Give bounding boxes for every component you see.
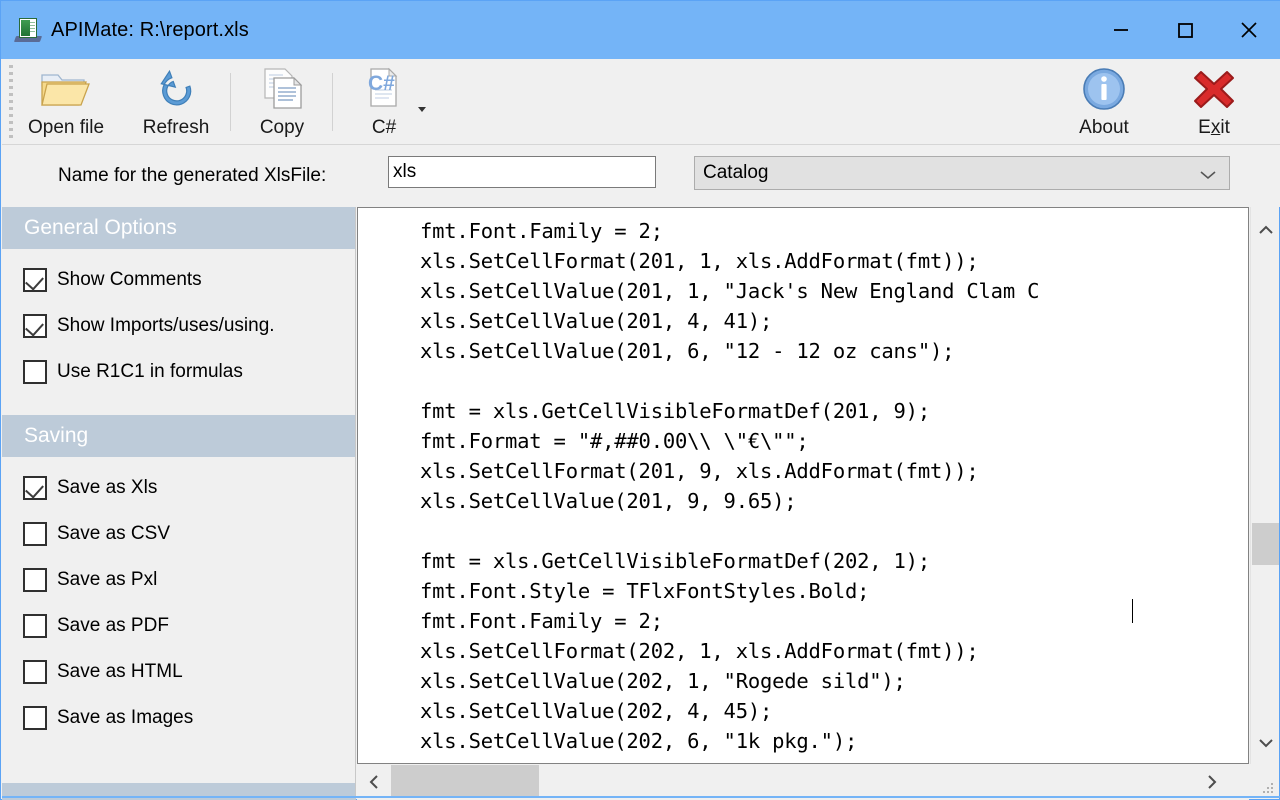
checkbox-label-use-r1c1: Use R1C1 in formulas — [57, 361, 243, 383]
checkbox-label-save-as-csv: Save as CSV — [57, 523, 170, 545]
checkbox-row-save-as-images[interactable]: Save as Images — [2, 695, 355, 741]
toolbar-drag-grip[interactable] — [9, 65, 13, 139]
horizontal-scrollbar-thumb[interactable] — [391, 765, 539, 798]
checkbox-use-r1c1[interactable] — [23, 360, 47, 384]
maximize-button[interactable] — [1153, 1, 1217, 59]
generated-code-text[interactable]: fmt.Font.Family = 2; xls.SetCellFormat(2… — [420, 216, 1039, 756]
checkbox-row-show-imports[interactable]: Show Imports/uses/using. — [2, 303, 355, 349]
checkbox-row-save-as-html[interactable]: Save as HTML — [2, 649, 355, 695]
checkbox-row-show-comments[interactable]: Show Comments — [2, 257, 355, 303]
checkbox-label-save-as-pdf: Save as PDF — [57, 615, 169, 637]
apimate-window: APIMate: R:\report.xls Open — [0, 0, 1280, 800]
exit-label: Exit — [1198, 117, 1230, 139]
xlsfile-name-label: Name for the generated XlsFile: — [58, 165, 326, 187]
checkbox-label-save-as-images: Save as Images — [57, 707, 193, 729]
open-folder-icon — [39, 65, 93, 113]
chevron-up-icon[interactable] — [1251, 215, 1280, 245]
red-cross-icon — [1190, 65, 1238, 113]
csharp-dropdown-caret-icon[interactable] — [418, 107, 426, 112]
minimize-button[interactable] — [1089, 1, 1153, 59]
open-file-label: Open file — [28, 117, 104, 139]
close-button[interactable] — [1217, 1, 1280, 59]
checkbox-show-imports[interactable] — [23, 314, 47, 338]
checkbox-label-save-as-html: Save as HTML — [57, 661, 183, 683]
checkbox-save-as-images[interactable] — [23, 706, 47, 730]
copy-button[interactable]: Copy — [232, 63, 332, 143]
checkbox-label-show-imports: Show Imports/uses/using. — [57, 315, 275, 337]
exit-button[interactable]: Exit — [1164, 63, 1264, 143]
options-sidebar: General Options Show Comments Show Impor… — [2, 207, 356, 800]
toolbar-separator-1 — [230, 73, 231, 131]
section-title-general-options: General Options — [24, 216, 177, 240]
checkbox-row-save-as-csv[interactable]: Save as CSV — [2, 511, 355, 557]
generated-file-options-bar: Name for the generated XlsFile: Catalog — [2, 145, 1280, 207]
checkbox-row-save-as-xls[interactable]: Save as Xls — [2, 465, 355, 511]
chevron-right-icon[interactable] — [1197, 764, 1227, 800]
refresh-arrow-icon — [152, 65, 200, 113]
sheet-select[interactable]: Catalog — [694, 156, 1230, 190]
title-bar: APIMate: R:\report.xls — [1, 1, 1280, 59]
checkbox-label-save-as-xls: Save as Xls — [57, 477, 157, 499]
about-label: About — [1079, 117, 1129, 139]
chevron-down-icon[interactable] — [1251, 728, 1280, 758]
checkbox-save-as-pxl[interactable] — [23, 568, 47, 592]
checkbox-save-as-pdf[interactable] — [23, 614, 47, 638]
text-cursor — [1132, 599, 1133, 623]
refresh-button[interactable]: Refresh — [126, 63, 226, 143]
checkbox-row-save-as-pxl[interactable]: Save as Pxl — [2, 557, 355, 603]
checkbox-row-save-as-pdf[interactable]: Save as PDF — [2, 603, 355, 649]
window-bottom-accent — [2, 796, 1280, 798]
checkbox-show-comments[interactable] — [23, 268, 47, 292]
xls-document-icon — [15, 17, 41, 43]
window-controls — [1089, 1, 1280, 59]
checkbox-save-as-html[interactable] — [23, 660, 47, 684]
checkbox-label-show-comments: Show Comments — [57, 269, 202, 291]
info-circle-icon — [1080, 65, 1128, 113]
code-vertical-scrollbar[interactable] — [1250, 207, 1279, 764]
csharp-document-icon: C# — [361, 65, 407, 113]
section-title-saving: Saving — [24, 424, 88, 448]
xlsfile-name-input[interactable] — [388, 156, 656, 188]
resize-grip-icon[interactable] — [1263, 783, 1275, 795]
chevron-down-icon — [1199, 168, 1217, 186]
open-file-button[interactable]: Open file — [16, 63, 116, 143]
checkbox-save-as-csv[interactable] — [23, 522, 47, 546]
csharp-language-button[interactable]: C# C# — [334, 63, 434, 143]
checkbox-row-use-r1c1[interactable]: Use R1C1 in formulas — [2, 349, 355, 395]
window-title: APIMate: R:\report.xls — [51, 19, 249, 42]
copy-documents-icon — [257, 65, 307, 113]
checkbox-label-save-as-pxl: Save as Pxl — [57, 569, 157, 591]
csharp-label: C# — [372, 117, 396, 139]
copy-label: Copy — [260, 117, 304, 139]
toolbar-separator-2 — [332, 73, 333, 131]
generated-code-panel[interactable]: fmt.Font.Family = 2; xls.SetCellFormat(2… — [357, 207, 1249, 764]
chevron-left-icon[interactable] — [359, 764, 389, 800]
code-horizontal-scrollbar[interactable] — [357, 764, 1249, 800]
refresh-label: Refresh — [143, 117, 210, 139]
section-header-saving: Saving — [2, 415, 355, 457]
vertical-scrollbar-thumb[interactable] — [1252, 523, 1279, 565]
sheet-select-value: Catalog — [695, 162, 769, 184]
svg-text:C#: C# — [368, 72, 395, 95]
about-button[interactable]: About — [1054, 63, 1154, 143]
main-toolbar: Open file Refresh — [2, 59, 1280, 145]
checkbox-save-as-xls[interactable] — [23, 476, 47, 500]
section-header-general-options: General Options — [2, 207, 355, 249]
